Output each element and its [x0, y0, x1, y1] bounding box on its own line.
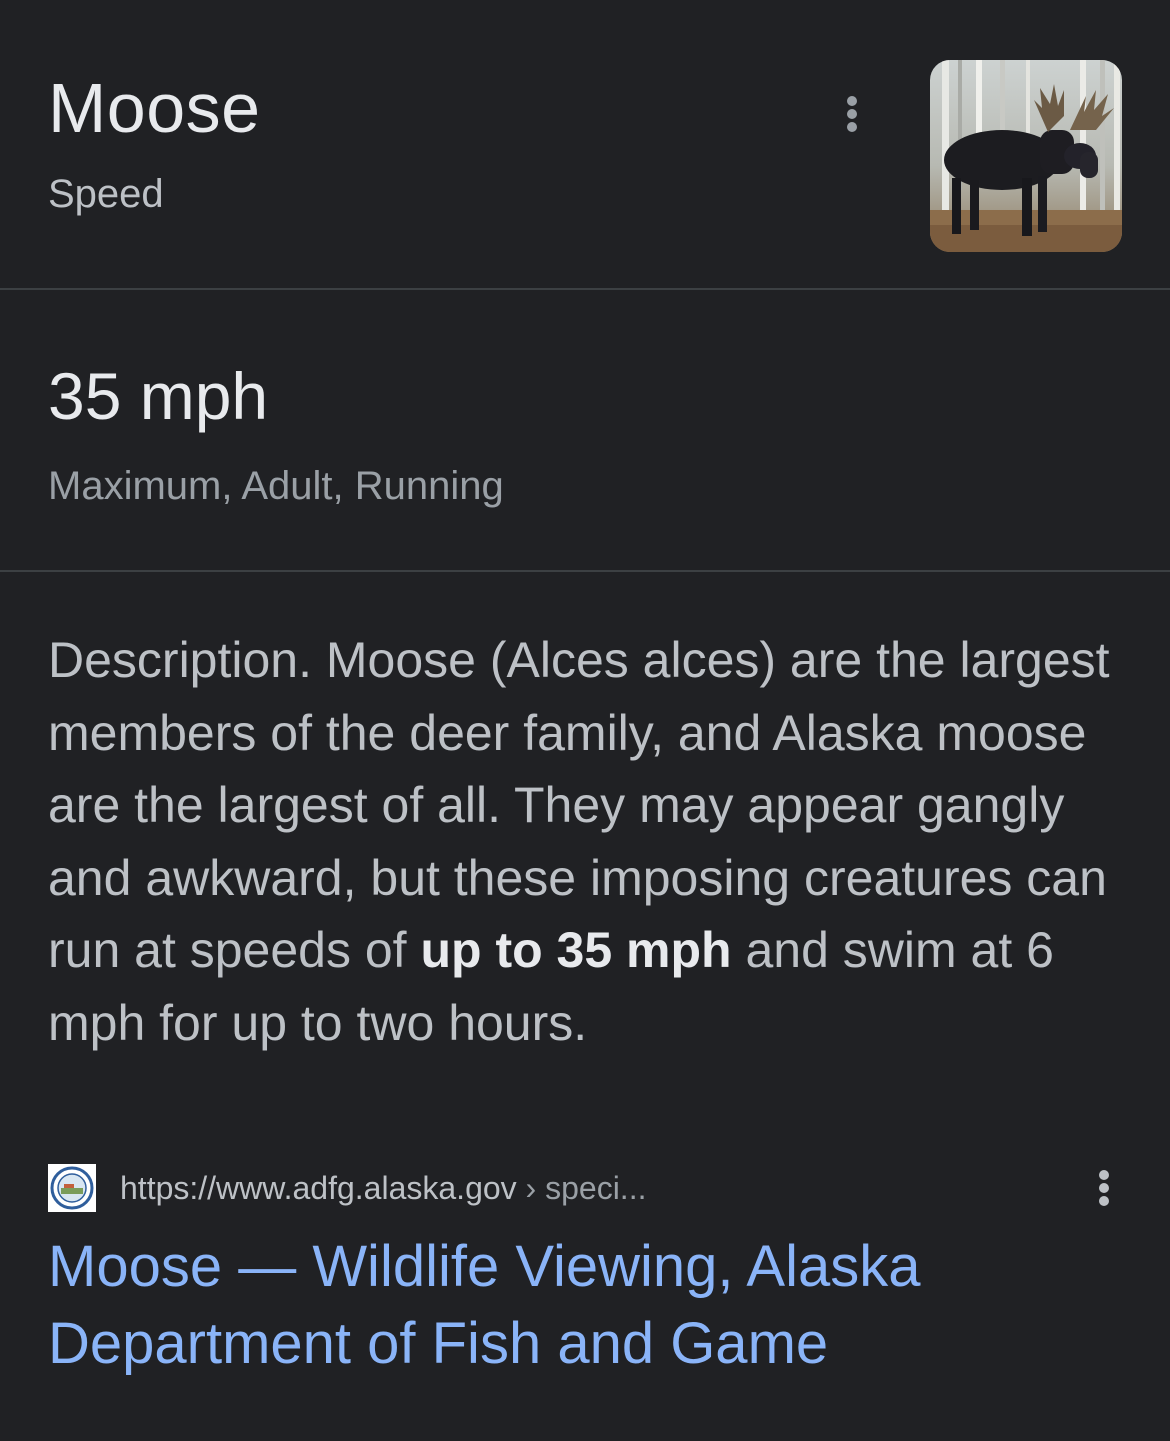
result-title-link[interactable]: Moose — Wildlife Viewing, Alaska Departm…: [48, 1228, 1048, 1382]
adfg-seal-icon: [48, 1164, 96, 1212]
source-row[interactable]: https://www.adfg.alaska.gov › speci...: [48, 1162, 1138, 1214]
answer-header: Moose Speed: [0, 0, 1170, 289]
section-divider: [0, 288, 1170, 290]
answer-value: 35 mph: [48, 359, 269, 433]
attribute-label: Speed: [48, 172, 164, 216]
source-breadcrumb: › speci...: [516, 1170, 647, 1206]
entity-title: Moose: [48, 69, 261, 147]
source-url: https://www.adfg.alaska.gov › speci...: [120, 1166, 646, 1210]
more-vert-icon[interactable]: [832, 92, 872, 136]
featured-snippet-text: Description. Moose (Alces alces) are the…: [48, 624, 1128, 1059]
snippet-highlight: up to 35 mph: [420, 922, 732, 978]
moose-thumbnail[interactable]: [930, 60, 1122, 252]
source-domain: https://www.adfg.alaska.gov: [120, 1170, 517, 1206]
answer-qualifier: Maximum, Adult, Running: [48, 464, 504, 508]
section-divider: [0, 570, 1170, 572]
more-vert-icon[interactable]: [1084, 1166, 1124, 1210]
